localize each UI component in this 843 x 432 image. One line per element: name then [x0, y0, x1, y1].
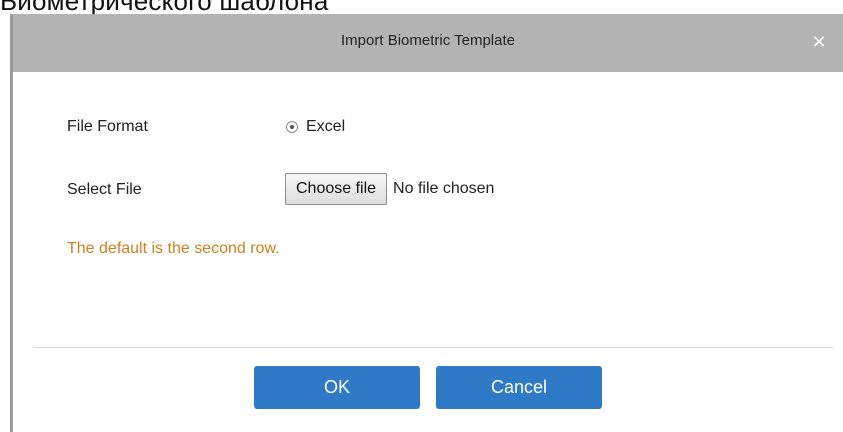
close-button[interactable]: ✕ [809, 28, 829, 56]
file-format-excel-option[interactable]: Excel [286, 118, 345, 136]
ok-button[interactable]: OK [254, 366, 420, 409]
cancel-button[interactable]: Cancel [436, 366, 602, 409]
no-file-chosen-text: No file chosen [393, 180, 495, 197]
select-file-label: Select File [67, 181, 142, 198]
default-row-hint: The default is the second row. [67, 240, 280, 257]
page: Биометрического шаблона Import Biometric… [0, 0, 843, 432]
dialog-titlebar: Import Biometric Template ✕ [13, 14, 843, 72]
file-format-label: File Format [67, 118, 148, 135]
import-biometric-template-dialog: Import Biometric Template ✕ File Format … [10, 14, 843, 432]
choose-file-button[interactable]: Choose file [285, 173, 388, 205]
excel-radio[interactable] [286, 121, 298, 133]
excel-radio-label: Excel [306, 118, 346, 135]
dialog-title: Import Biometric Template [341, 32, 515, 49]
file-input[interactable]: Choose file No file chosen [285, 173, 494, 205]
close-icon: ✕ [811, 31, 827, 52]
footer-divider [33, 347, 833, 348]
